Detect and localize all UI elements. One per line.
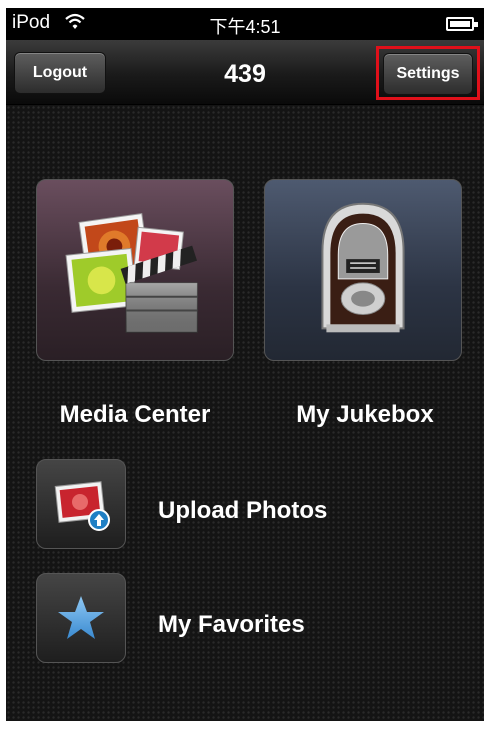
clock: 下午4:51 <box>209 17 281 37</box>
settings-button[interactable]: Settings <box>383 53 473 95</box>
media-center-label[interactable]: Media Center <box>30 401 240 429</box>
star-icon <box>58 596 104 639</box>
upload-photos-label[interactable]: Upload Photos <box>158 497 327 525</box>
jukebox-tile[interactable] <box>264 179 462 361</box>
phone-screen: iPod 下午4:51 Logout 439 Settings Media Ce… <box>6 8 484 721</box>
navigation-bar: Logout 439 Settings <box>6 40 484 105</box>
battery-icon <box>446 17 478 31</box>
my-favorites-button[interactable] <box>36 573 126 663</box>
status-bar: iPod 下午4:51 <box>6 8 484 40</box>
upload-photos-icon <box>54 481 110 531</box>
media-center-icon <box>65 213 198 333</box>
main-menu: Media Center My Jukebox Upload Photos My… <box>6 105 484 721</box>
upload-photos-button[interactable] <box>36 459 126 549</box>
settings-highlight: Settings <box>376 46 480 100</box>
jukebox-label[interactable]: My Jukebox <box>260 401 470 429</box>
media-center-tile[interactable] <box>36 179 234 361</box>
jukebox-icon <box>321 202 405 333</box>
my-favorites-label[interactable]: My Favorites <box>158 611 305 639</box>
